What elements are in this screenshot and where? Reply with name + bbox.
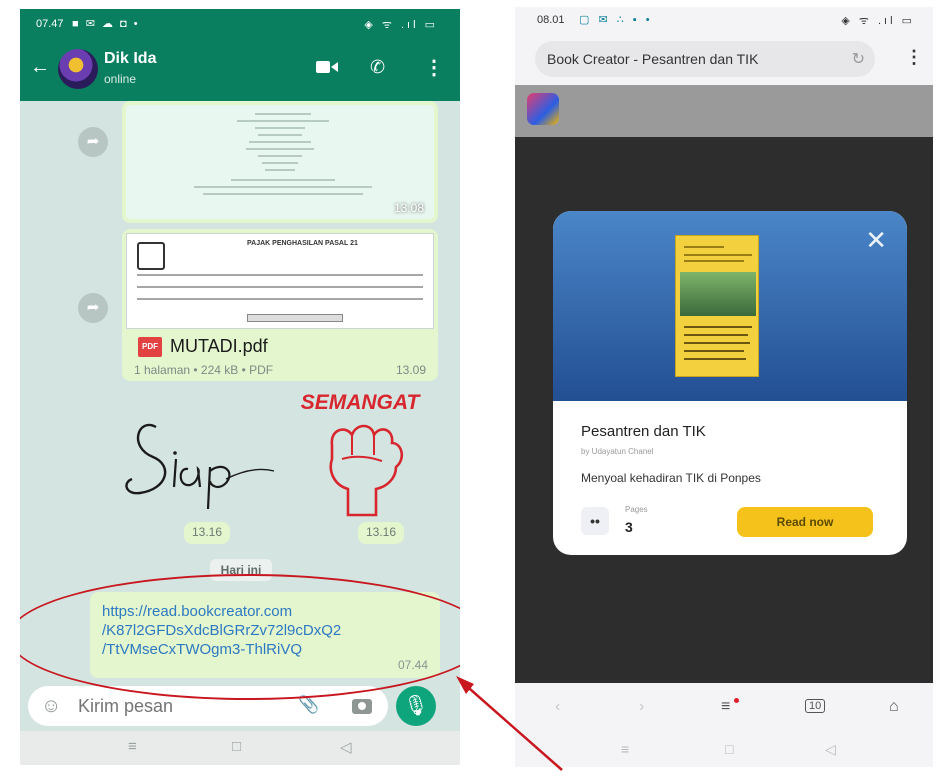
system-nav-bar: ≡ □ ◁ (515, 733, 933, 767)
system-nav-bar: ≡ □ ◁ (20, 731, 460, 765)
browser-toolbar: ‹ › ≡ 10 ⌂ (515, 683, 933, 733)
pages-count: 3 (625, 519, 633, 535)
avatar[interactable] (58, 49, 98, 89)
message-time: 13.16 (184, 522, 231, 544)
sticker-text: SEMANGAT (300, 391, 420, 414)
menu-nav-icon[interactable]: ≡ (128, 738, 137, 755)
browser-screen: 08.01 ▢ ✉ ∴ ▪ • ◈ ᯤ .ıl ▭ Book Creator -… (515, 7, 933, 767)
forward-icon[interactable]: › (639, 698, 644, 716)
back-icon[interactable]: ‹ (555, 698, 560, 716)
notification-icons: ■ ✉ ☁ ◘ • (72, 18, 140, 30)
highlight-ellipse (20, 574, 460, 700)
sticker-semangat[interactable]: SEMANGAT (282, 385, 438, 521)
tab-title[interactable]: Book Creator - Pesantren dan TIK (547, 51, 758, 67)
signal-battery-icons: ◈ ᯤ .ıl ▭ (364, 19, 438, 31)
url-bar[interactable]: Book Creator - Pesantren dan TIK ↻ (535, 41, 875, 77)
more-options-icon[interactable]: ⋮ (424, 55, 444, 80)
forward-icon[interactable]: ➦ (78, 127, 108, 157)
book-card: ✕ Pesantren dan TIK by Udayatun Chanel M… (553, 211, 907, 555)
status-bar: 07.47 ■ ✉ ☁ ◘ • ◈ ᯤ .ıl ▭ (20, 9, 460, 39)
back-nav-icon[interactable]: ◁ (340, 738, 352, 756)
menu-nav-icon[interactable]: ≡ (621, 741, 629, 757)
pdf-meta: 1 halaman • 224 kB • PDF (134, 363, 274, 377)
message-time: 13.16 (358, 522, 405, 544)
pdf-message[interactable]: PAJAK PENGHASILAN PASAL 21 PDF MUTADI.pd… (122, 229, 438, 381)
notification-dot (734, 698, 739, 703)
tabs-button[interactable]: 10 (805, 699, 826, 713)
message-time: 13.09 (395, 363, 426, 377)
book-description: Menyoal kehadiran TIK di Ponpes (581, 471, 761, 485)
notification-icons: ▢ ✉ ∴ ▪ • (579, 14, 653, 26)
back-nav-icon[interactable]: ◁ (825, 741, 836, 758)
emblem-icon (137, 242, 165, 270)
home-icon[interactable]: ⌂ (889, 698, 899, 716)
book-title: Pesantren dan TIK (581, 423, 706, 440)
document-message[interactable]: 13.08 (122, 101, 438, 223)
app-header (515, 85, 933, 137)
home-nav-icon[interactable]: □ (232, 738, 241, 755)
pages-label: Pages (625, 505, 648, 514)
contact-name[interactable]: Dik Ida (104, 50, 156, 68)
reload-icon[interactable]: ↻ (852, 49, 865, 69)
book-creator-logo-icon (527, 93, 559, 125)
back-arrow-icon[interactable]: ← (30, 56, 50, 79)
menu-icon[interactable]: ≡ (721, 698, 730, 716)
video-call-icon[interactable] (316, 59, 338, 75)
camera-icon[interactable] (352, 699, 372, 714)
forward-icon[interactable]: ➦ (78, 293, 108, 323)
read-now-button[interactable]: Read now (737, 507, 873, 537)
close-icon[interactable]: ✕ (865, 225, 887, 256)
voice-call-icon[interactable]: ✆ (370, 57, 385, 78)
mic-button[interactable]: 🎙 (396, 686, 436, 726)
status-time: 07.47 (36, 18, 64, 30)
pdf-preview-heading: PAJAK PENGHASILAN PASAL 21 (247, 240, 358, 247)
book-author: by Udayatun Chanel (581, 447, 654, 456)
status-time: 08.01 (537, 14, 565, 26)
chat-header: ← Dik Ida online ✆ ⋮ (20, 39, 460, 101)
pages-icon: •• (581, 507, 609, 535)
status-bar: 08.01 ▢ ✉ ∴ ▪ • ◈ ᯤ .ıl ▭ (515, 7, 933, 33)
pdf-icon: PDF (138, 337, 162, 357)
whatsapp-screen: 07.47 ■ ✉ ☁ ◘ • ◈ ᯤ .ıl ▭ ← Dik Ida onli… (20, 9, 460, 765)
raised-fist-icon (329, 424, 404, 517)
browser-menu-icon[interactable]: ⋮ (905, 47, 923, 68)
siap-script-icon (125, 423, 275, 510)
sticker-siap[interactable] (118, 397, 278, 517)
signal-battery-icons: ◈ ᯤ .ıl ▭ (841, 15, 915, 27)
home-nav-icon[interactable]: □ (725, 741, 733, 757)
pdf-filename[interactable]: MUTADI.pdf (170, 336, 268, 357)
contact-status: online (104, 72, 137, 86)
message-time: 13.08 (393, 201, 424, 215)
document-preview (126, 105, 434, 219)
book-cover-area: ✕ (553, 211, 907, 401)
emoji-icon[interactable]: ☺ (41, 695, 61, 718)
pdf-preview: PAJAK PENGHASILAN PASAL 21 (126, 233, 434, 329)
book-cover[interactable] (675, 235, 759, 377)
reader-backdrop: ✕ Pesantren dan TIK by Udayatun Chanel M… (515, 137, 933, 683)
